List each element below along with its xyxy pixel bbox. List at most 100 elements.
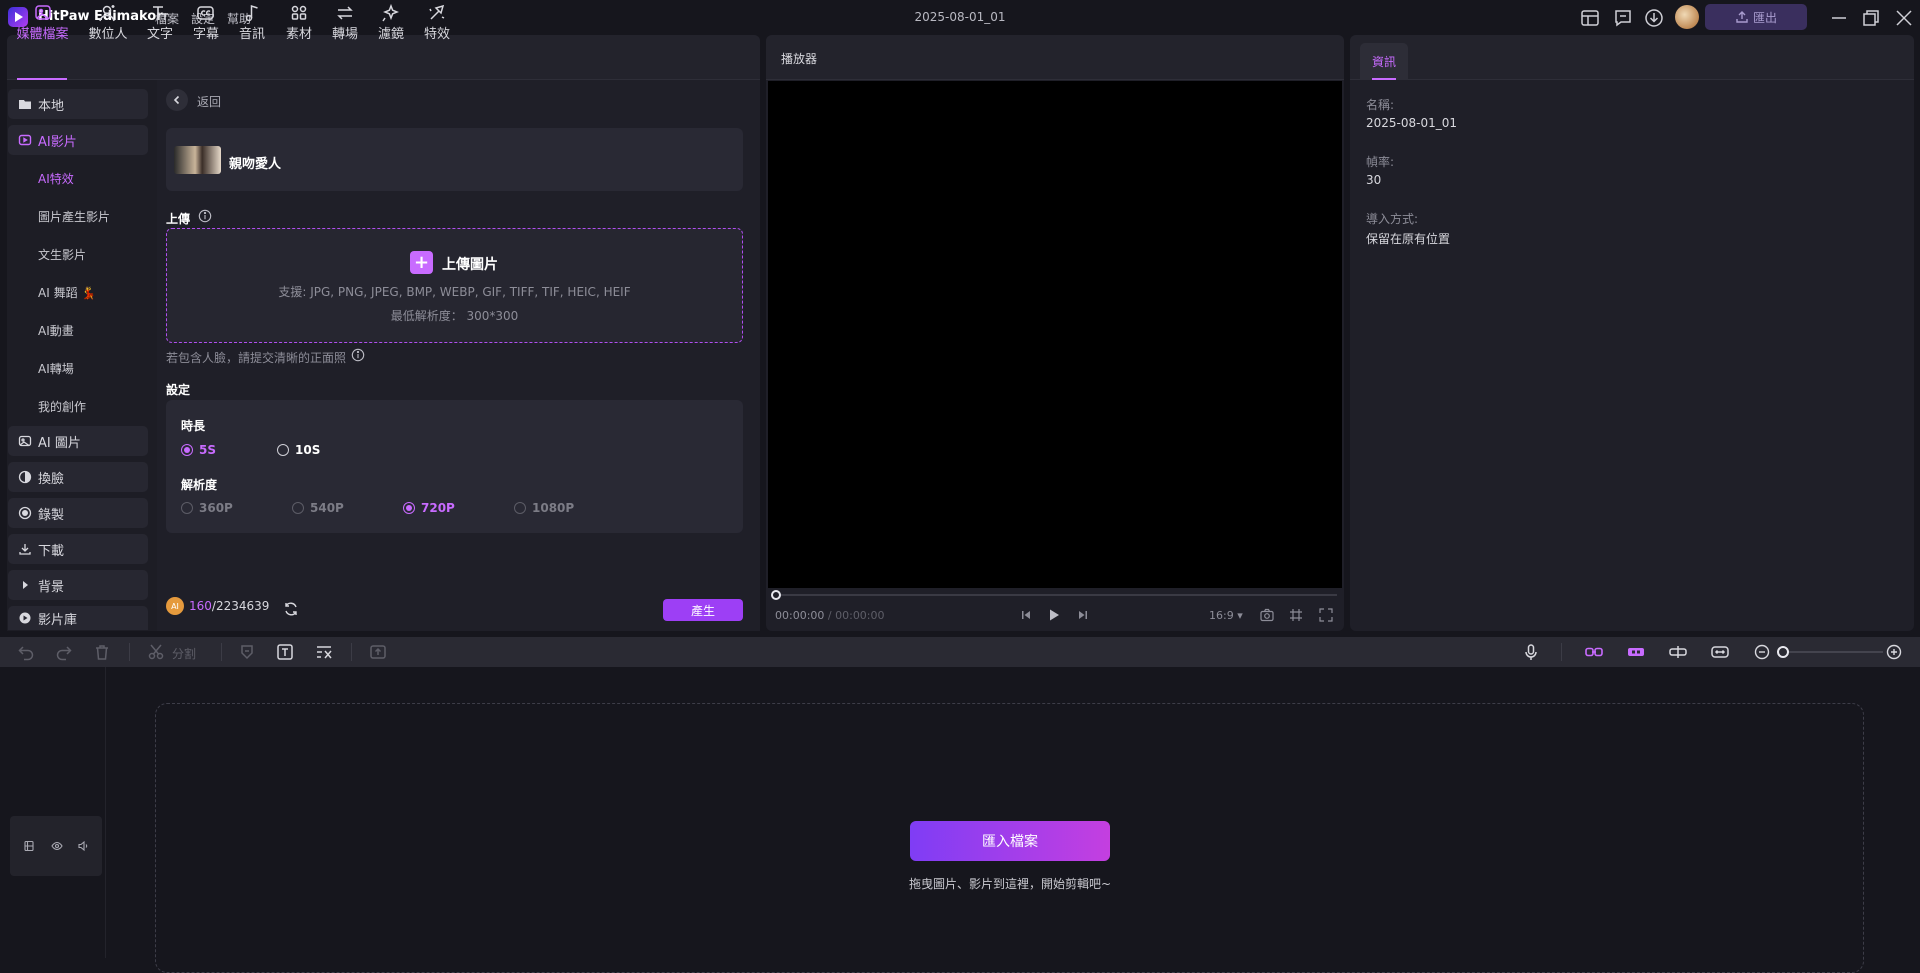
split-label[interactable]: 分割 (172, 645, 196, 662)
speaker-icon[interactable] (77, 840, 89, 852)
sidebar-item-label: 換臉 (38, 471, 65, 487)
info-icon[interactable] (351, 348, 365, 362)
duration-10s-radio[interactable] (277, 444, 289, 456)
text-box-icon[interactable] (275, 642, 295, 662)
sidebar-subitem-image-to-video[interactable]: 圖片產生影片 (38, 208, 110, 225)
play-icon[interactable] (1046, 607, 1062, 623)
eye-icon[interactable] (51, 840, 63, 852)
minimize-icon[interactable] (1828, 7, 1850, 29)
zoom-in-icon[interactable] (1884, 642, 1904, 662)
tab-media[interactable]: 媒體檔案 (15, 3, 70, 43)
sidebar-subitem-my-creations[interactable]: 我的創作 (38, 398, 86, 415)
scrubber-handle[interactable] (771, 590, 781, 600)
timecode: 00:00:00 / 00:00:00 (775, 609, 885, 622)
back-label[interactable]: 返回 (197, 93, 221, 110)
tab-effects[interactable]: 特效 (421, 3, 453, 43)
credits-display: AI 160/2234639 (166, 597, 269, 615)
info-icon[interactable] (198, 209, 212, 223)
scissors-icon[interactable] (146, 642, 166, 662)
fullscreen-icon[interactable] (1318, 607, 1334, 623)
fit-width-icon[interactable] (1710, 642, 1730, 662)
duration-10s-label[interactable]: 10S (295, 443, 320, 457)
undo-icon[interactable] (16, 642, 36, 662)
sidebar-item-video-library[interactable]: 影片庫 (8, 606, 148, 630)
tab-transition[interactable]: 轉場 (329, 3, 361, 43)
aspect-ratio-value: 16:9 (1209, 609, 1234, 622)
crop-grid-icon[interactable] (1288, 607, 1304, 623)
caret-right-icon (23, 581, 28, 589)
plus-icon[interactable]: + (410, 251, 433, 274)
zoom-slider-handle[interactable] (1777, 646, 1789, 658)
info-framerate-label: 幀率: (1366, 155, 1395, 169)
download-icon[interactable] (1643, 7, 1665, 29)
effects-icon (429, 4, 445, 20)
resolution-720p-radio[interactable] (403, 502, 415, 514)
shield-icon[interactable] (237, 642, 257, 662)
sidebar-item-local[interactable]: 本地 (8, 89, 148, 119)
resolution-540p-radio[interactable] (292, 502, 304, 514)
resolution-1080p-radio[interactable] (514, 502, 526, 514)
previous-frame-icon[interactable] (1018, 607, 1034, 623)
sidebar-item-ai-image[interactable]: AI 圖片 (8, 426, 148, 456)
tab-info[interactable]: 資訊 (1360, 43, 1408, 80)
back-button[interactable] (166, 89, 188, 111)
sidebar-item-record[interactable]: 錄製 (8, 498, 148, 528)
zoom-slider[interactable] (1783, 651, 1883, 653)
tab-audio[interactable]: 音訊 (236, 3, 268, 43)
close-icon[interactable] (1893, 7, 1915, 29)
tab-text[interactable]: 文字 (144, 3, 176, 43)
sidebar-subitem-ai-transition[interactable]: AI轉場 (38, 360, 74, 377)
tab-subtitle[interactable]: 字幕 (190, 3, 222, 43)
export-button[interactable]: 匯出 (1705, 4, 1807, 30)
aspect-ratio-select[interactable]: 16:9 ▾ (1209, 609, 1243, 622)
upload-min-resolution: 最低解析度： 300*300 (390, 309, 519, 323)
sidebar-subitem-ai-effects[interactable]: AI特效 (38, 170, 74, 187)
playback-scrubber[interactable] (775, 594, 1337, 596)
track-lock-icon[interactable] (23, 840, 35, 852)
sidebar-subitem-ai-animation[interactable]: AI動畫 (38, 322, 74, 339)
export-label: 匯出 (1752, 10, 1777, 25)
generate-button[interactable]: 產生 (663, 599, 743, 621)
magnet-link-icon[interactable] (1584, 642, 1604, 662)
tab-digital-human[interactable]: 數位人 (87, 3, 129, 43)
duration-5s-label[interactable]: 5S (199, 443, 216, 457)
restore-icon[interactable] (1860, 7, 1882, 29)
tab-subtitle-label: 字幕 (192, 27, 219, 42)
sidebar-subitem-ai-dance[interactable]: AI 舞蹈 💃 (38, 284, 96, 301)
import-files-button[interactable]: 匯入檔案 (910, 821, 1110, 861)
feedback-icon[interactable] (1612, 7, 1634, 29)
upload-image-label[interactable]: 上傳圖片 (442, 254, 498, 274)
video-preview[interactable] (768, 81, 1342, 588)
zoom-out-icon[interactable] (1752, 642, 1772, 662)
subtitle-icon (197, 6, 214, 20)
sidebar-item-ai-video[interactable]: AI影片 (8, 125, 148, 155)
refresh-icon[interactable] (282, 600, 300, 618)
effect-thumbnail (174, 146, 221, 174)
next-frame-icon[interactable] (1075, 607, 1091, 623)
resolution-1080p-label[interactable]: 1080P (532, 501, 574, 515)
resolution-360p-label[interactable]: 360P (199, 501, 233, 515)
resolution-360p-radio[interactable] (181, 502, 193, 514)
tab-filter[interactable]: 濾鏡 (375, 3, 407, 43)
redo-icon[interactable] (54, 642, 74, 662)
user-avatar[interactable] (1675, 5, 1699, 29)
tab-assets[interactable]: 素材 (283, 3, 315, 43)
resolution-540p-label[interactable]: 540P (310, 501, 344, 515)
sidebar-subitem-text-to-video[interactable]: 文生影片 (38, 246, 86, 263)
sidebar-item-face-swap[interactable]: 換臉 (8, 462, 148, 492)
microphone-icon[interactable] (1521, 642, 1541, 662)
sidebar-item-label: AI影片 (38, 134, 77, 150)
sidebar-item-background[interactable]: 背景 (8, 570, 148, 600)
duration-5s-radio[interactable] (181, 444, 193, 456)
layout-icon[interactable] (1579, 7, 1601, 29)
face-hint: 若包含人臉，請提交清晰的正面照 (166, 351, 347, 365)
cut-tool-icon[interactable] (314, 642, 334, 662)
sidebar-item-download[interactable]: 下載 (8, 534, 148, 564)
split-track-icon[interactable] (1668, 642, 1688, 662)
snapshot-icon[interactable] (1259, 607, 1275, 623)
resolution-720p-label[interactable]: 720P (421, 501, 455, 515)
delete-icon[interactable] (92, 642, 112, 662)
snap-icon[interactable] (1626, 642, 1646, 662)
credits-total: /2234639 (211, 599, 270, 613)
export-clip-icon[interactable] (368, 642, 388, 662)
